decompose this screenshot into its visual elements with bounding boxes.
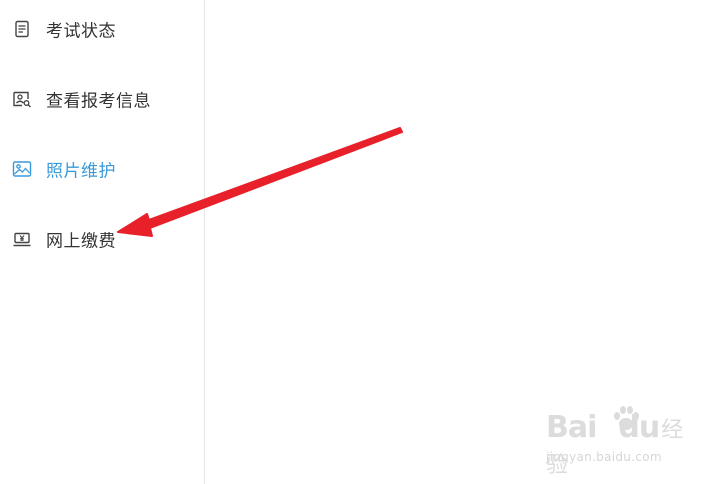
page: 考试状态 查看报考信息 照片维护 网上缴费 Bai du经验 jingyan.b…: [0, 0, 722, 484]
picture-icon: [12, 159, 32, 179]
paw-icon: [614, 406, 639, 430]
sidebar-item-label: 照片维护: [46, 161, 116, 181]
sidebar-item-view-registration-info[interactable]: 查看报考信息: [0, 79, 205, 119]
sidebar-item-photo-maintenance[interactable]: 照片维护: [0, 149, 205, 189]
watermark-url: jingyan.baidu.com: [546, 450, 662, 464]
watermark-logo: Bai du经验: [546, 410, 683, 478]
sidebar-item-label: 查看报考信息: [46, 91, 151, 111]
sidebar-item-label: 考试状态: [46, 21, 116, 41]
sidebar-item-label: 网上缴费: [46, 231, 116, 251]
sidebar-item-online-payment[interactable]: 网上缴费: [0, 219, 205, 259]
sidebar-item-exam-status[interactable]: 考试状态: [0, 9, 205, 49]
baidu-jingyan-watermark: Bai du经验 jingyan.baidu.com: [546, 406, 686, 478]
id-card-search-icon: [12, 89, 32, 109]
document-icon: [12, 19, 32, 39]
sidebar-menu: 考试状态 查看报考信息 照片维护 网上缴费: [0, 0, 205, 484]
yen-payment-icon: [12, 229, 32, 249]
